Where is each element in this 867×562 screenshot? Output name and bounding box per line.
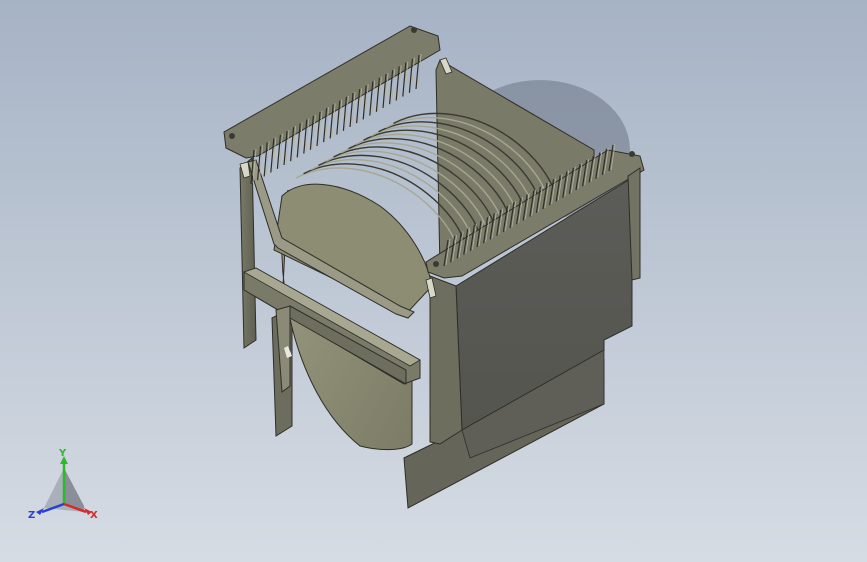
mount-hole-3 bbox=[433, 261, 439, 267]
wafer-cassette-model[interactable] bbox=[0, 0, 867, 562]
left-wall bbox=[239, 156, 257, 349]
orientation-triad[interactable]: Y X Z bbox=[22, 446, 112, 526]
mount-hole-4 bbox=[629, 151, 635, 157]
z-axis-label: Z bbox=[28, 510, 35, 521]
comb-left-top bbox=[223, 25, 441, 159]
y-axis-label: Y bbox=[58, 448, 67, 459]
mount-hole-1 bbox=[229, 133, 235, 139]
mount-hole-2 bbox=[411, 27, 417, 33]
x-axis-label: X bbox=[90, 510, 98, 521]
3d-viewport[interactable]: Y X Z bbox=[0, 0, 867, 562]
